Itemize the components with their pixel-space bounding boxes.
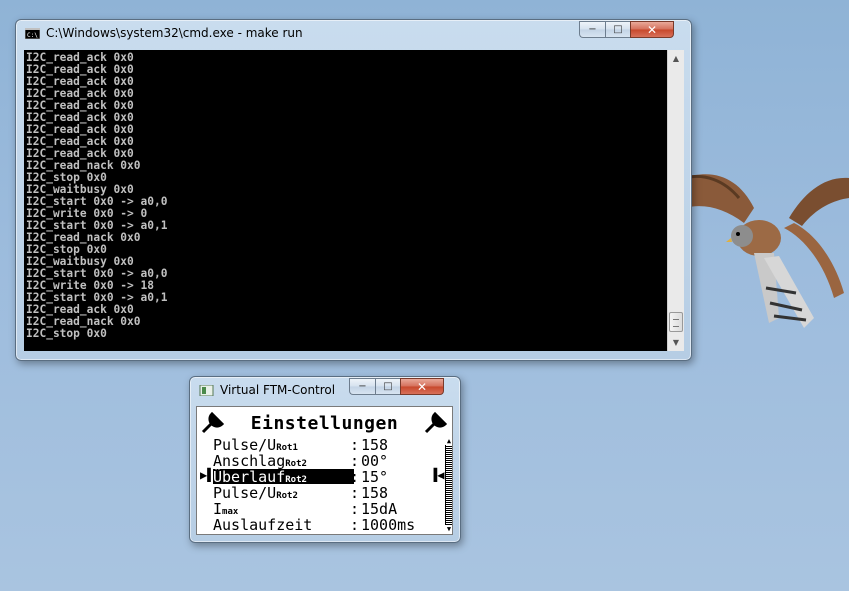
lcd-separator: : [350, 516, 360, 534]
lcd-heading: Einstellungen [250, 413, 399, 434]
selection-left-marker-icon: ▶▌ [200, 468, 215, 482]
close-icon: ✕ [646, 22, 658, 37]
lcd-display[interactable]: Einstellungen Pulse/URot1:158 AnschlagRot… [196, 406, 453, 535]
app-icon [199, 385, 214, 396]
console-lines: I2C_read_ack 0x0 I2C_read_ack 0x0 I2C_read… [24, 50, 667, 340]
lcd-item-value: 158 [361, 436, 389, 454]
lcd-item-value: 158 [361, 484, 389, 502]
lcd-item-subscript: Rot2 [285, 475, 307, 485]
console-icon: C:\ [25, 28, 40, 39]
lcd-separator: : [350, 436, 360, 454]
svg-text:C:\: C:\ [27, 32, 38, 39]
ftm-control-window[interactable]: Virtual FTM-Control − □ ✕ Einstellungen … [189, 376, 461, 543]
close-button[interactable]: ✕ [400, 378, 444, 395]
console-output[interactable]: I2C_read_ack 0x0 I2C_read_ack 0x0 I2C_read… [24, 50, 667, 351]
console-line: I2C_read_nack 0x0 [26, 315, 141, 328]
ftm-titlebar[interactable]: Virtual FTM-Control − □ ✕ [190, 377, 460, 405]
lcd-menu-item[interactable]: Pulse/URot1:158 [213, 437, 425, 453]
maximize-button[interactable]: □ [605, 21, 630, 38]
console-line: I2C_read_nack 0x0 [26, 159, 141, 172]
lcd-separator: : [350, 468, 360, 486]
maximize-button[interactable]: □ [375, 378, 400, 395]
close-icon: ✕ [416, 379, 428, 394]
lcd-separator: : [350, 484, 360, 502]
lcd-item-value: 15° [361, 468, 389, 486]
cmd-title: C:\Windows\system32\cmd.exe - make run [46, 26, 303, 40]
lcd-menu-item[interactable]: Imax:15dA [213, 501, 425, 517]
lcd-item-label: Auslaufzeit [213, 516, 313, 534]
bird-wallpaper-image [684, 174, 849, 328]
lcd-separator: : [350, 500, 360, 518]
console-line: I2C_read_nack 0x0 [26, 231, 141, 244]
lcd-item-subscript: Rot2 [276, 491, 298, 501]
lcd-item-value: 00° [361, 452, 389, 470]
minimize-button[interactable]: − [349, 378, 375, 395]
maximize-icon: □ [613, 24, 623, 35]
lcd-item-subscript: Rot2 [285, 459, 307, 469]
scroll-down-icon[interactable]: ▼ [668, 334, 684, 351]
minimize-icon: − [588, 24, 597, 35]
lcd-scroll-down-icon: ▼ [445, 525, 452, 533]
lcd-menu-item[interactable]: Auslaufzeit:1000ms [213, 517, 425, 533]
console-line: I2C_stop 0x0 [26, 327, 107, 340]
console-scrollbar[interactable]: ▲ ▼ [667, 50, 684, 351]
cmd-titlebar[interactable]: C:\ C:\Windows\system32\cmd.exe - make r… [16, 20, 691, 48]
lcd-scroll-up-icon: ▲ [445, 437, 452, 445]
lcd-item-value: 1000ms [361, 516, 416, 534]
lcd-menu-item-selected[interactable]: ÜberlaufRot2:15° [213, 469, 425, 485]
ftm-title: Virtual FTM-Control [220, 383, 336, 397]
lcd-scrollbar: ▲ ▼ [445, 437, 452, 533]
close-button[interactable]: ✕ [630, 21, 674, 38]
selection-right-marker-icon: ▐◀ [430, 468, 445, 482]
minimize-icon: − [358, 381, 367, 392]
maximize-icon: □ [383, 381, 393, 392]
scroll-thumb[interactable] [669, 312, 683, 332]
cmd-window[interactable]: C:\ C:\Windows\system32\cmd.exe - make r… [15, 19, 692, 361]
lcd-menu-item[interactable]: Pulse/URot2:158 [213, 485, 425, 501]
wrench-icon [424, 411, 448, 434]
lcd-separator: : [350, 452, 360, 470]
scroll-up-icon[interactable]: ▲ [668, 50, 684, 67]
minimize-button[interactable]: − [579, 21, 605, 38]
lcd-item-value: 15dA [361, 500, 398, 518]
lcd-menu-item[interactable]: AnschlagRot2:00° [213, 453, 425, 469]
